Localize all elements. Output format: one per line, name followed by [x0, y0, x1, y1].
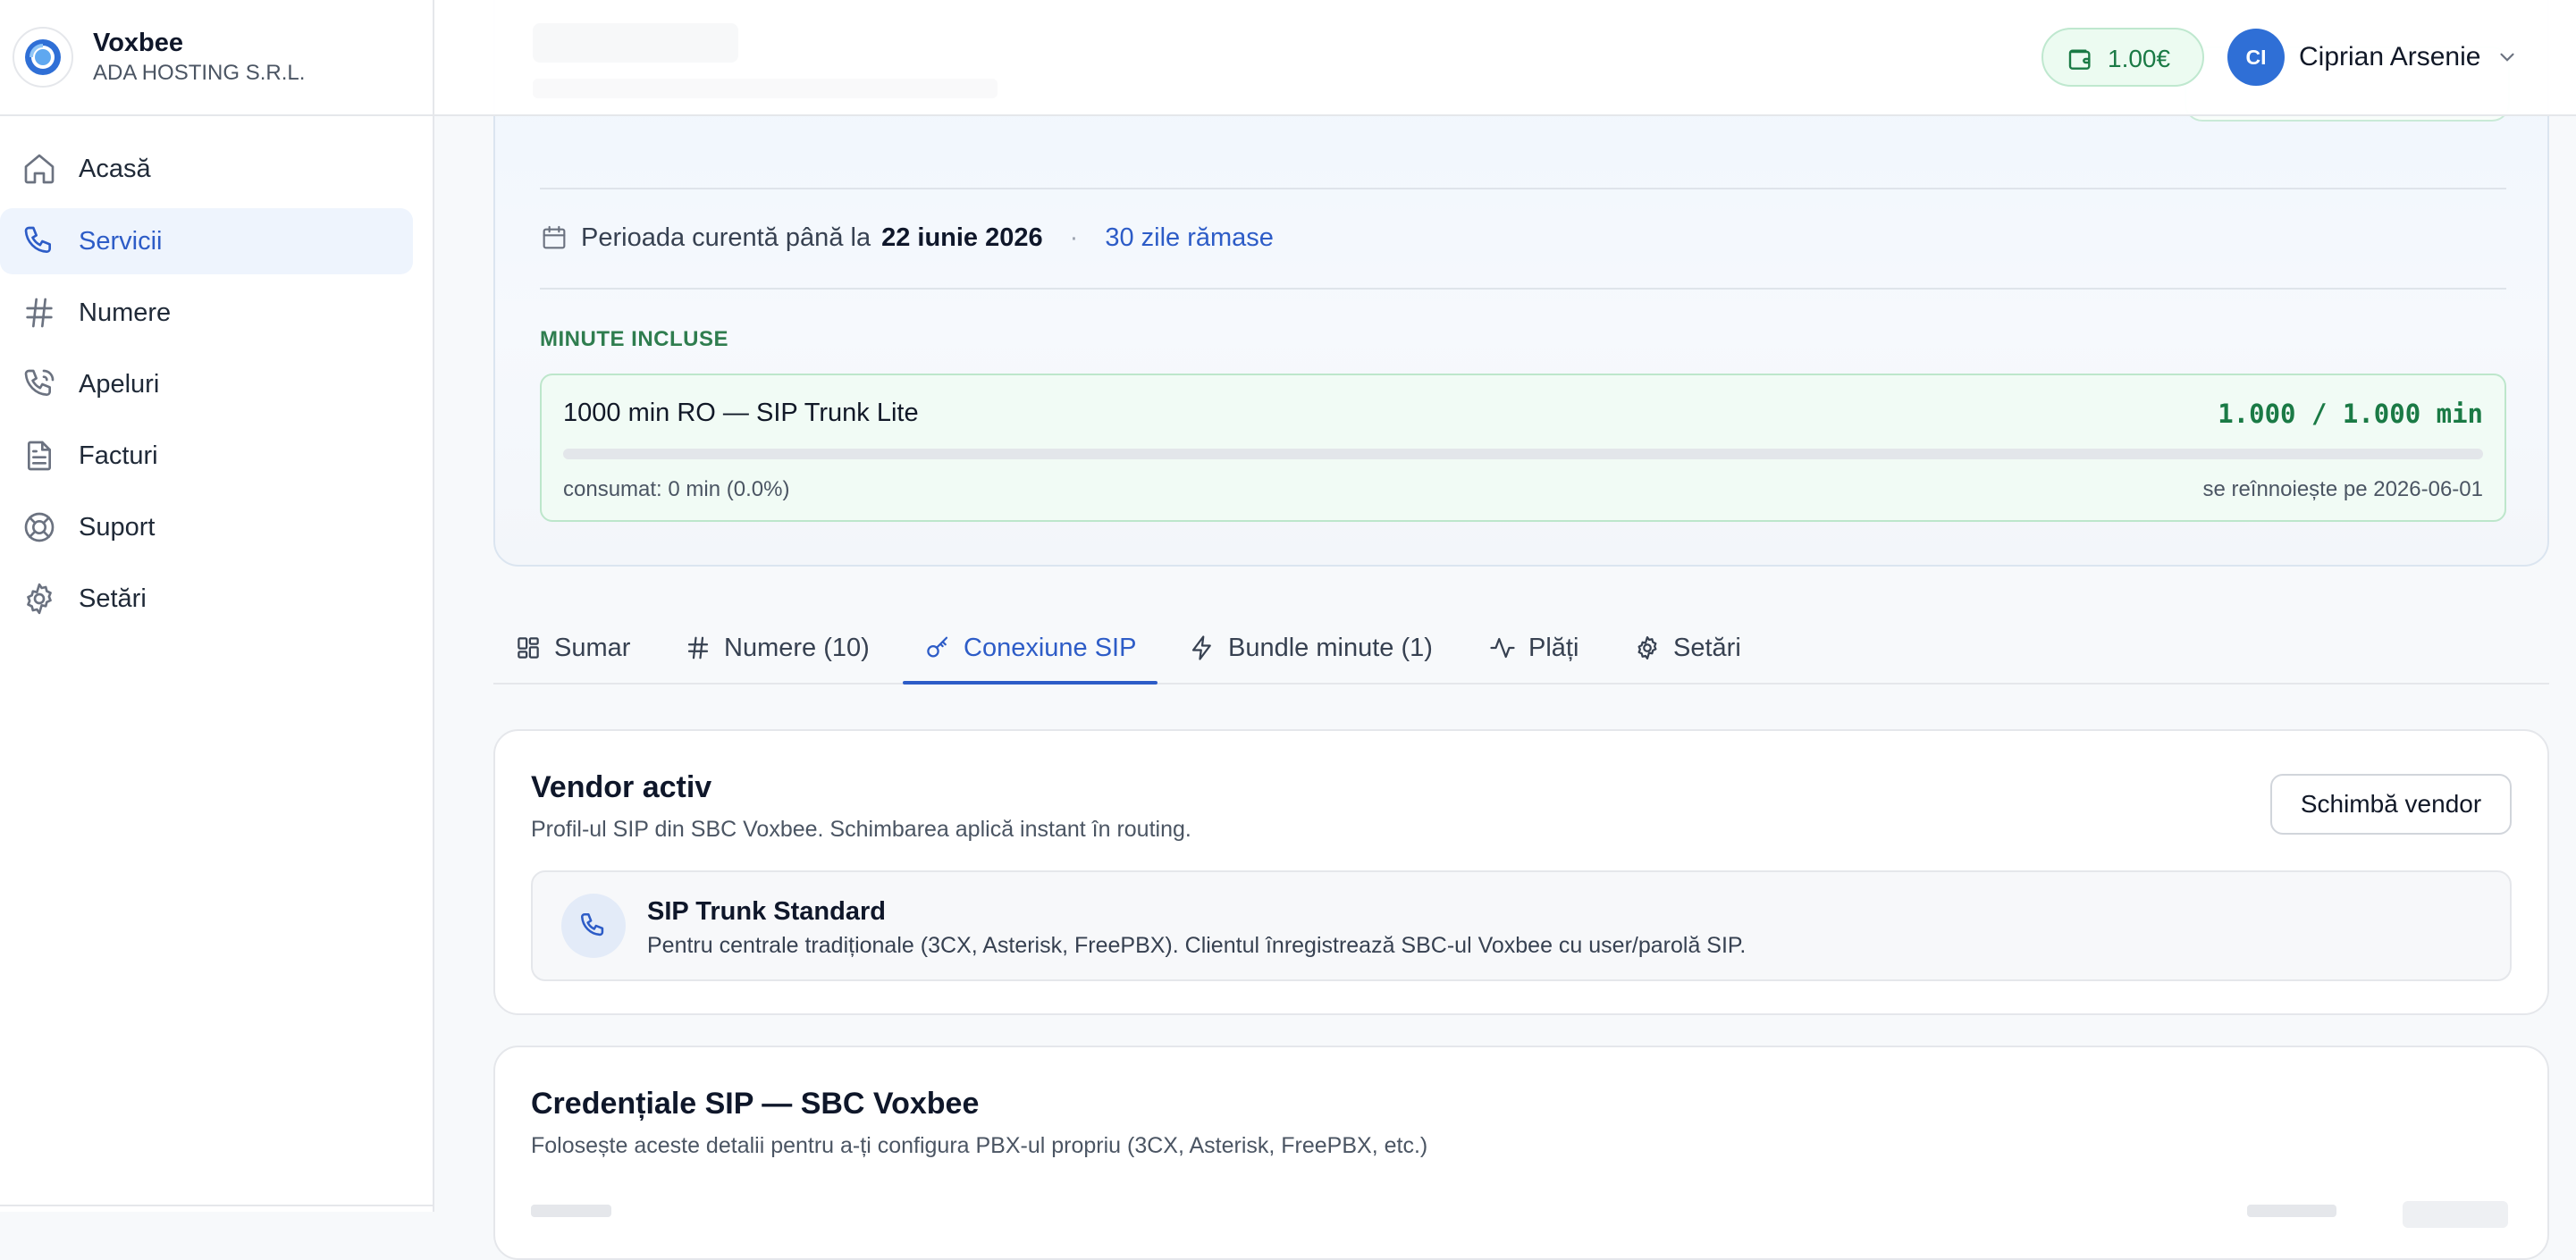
tab-label: Plăți [1528, 633, 1579, 662]
vendor-title: Vendor activ [531, 770, 712, 804]
calendar-icon [540, 223, 568, 252]
period-label: Perioada curentă până la [581, 223, 871, 252]
gear-icon [1634, 634, 1661, 661]
avatar: CI [2227, 29, 2285, 86]
lifebuoy-icon [21, 509, 57, 545]
phone-icon [21, 223, 57, 259]
tab-plati[interactable]: Plăți [1489, 613, 1578, 683]
divider [540, 288, 2506, 290]
gear-icon [21, 581, 57, 617]
phone-call-icon [21, 366, 57, 402]
included-minutes-title: MINUTE INCLUSE [540, 327, 728, 351]
bundle-name: 1000 min RO — SIP Trunk Lite [563, 399, 919, 427]
service-tabs: Sumar Numere (10) Conexiune SIP Bundle m… [493, 613, 2549, 685]
tab-label: Bundle minute (1) [1228, 633, 1433, 662]
period-end-date: 22 iunie 2026 [881, 223, 1043, 252]
current-period: Perioada curentă până la 22 iunie 2026 ·… [540, 218, 1274, 257]
top-header: 1.00€ CI Ciprian Arsenie [434, 0, 2576, 116]
user-name: Ciprian Arsenie [2299, 42, 2481, 71]
wallet-icon [2067, 45, 2095, 73]
hash-icon [685, 634, 711, 661]
vendor-profile: SIP Trunk Standard Pentru centrale tradi… [531, 870, 2512, 981]
tab-label: Numere (10) [724, 633, 870, 662]
sidebar-item-numere[interactable]: Numere [0, 280, 413, 346]
vendor-profile-description: Pentru centrale tradiționale (3CX, Aster… [647, 933, 1747, 958]
balance-badge[interactable]: 1.00€ [2041, 28, 2204, 87]
days-remaining: 30 zile rămase [1105, 223, 1274, 252]
divider [540, 188, 2506, 189]
home-icon [21, 151, 57, 187]
page-subtitle [533, 79, 998, 98]
page-title [533, 23, 738, 63]
brand-header: Voxbee ADA HOSTING S.R.L. [0, 0, 434, 116]
balance-value: 1.00€ [2108, 45, 2171, 72]
sidebar-item-label: Facturi [79, 441, 158, 470]
change-vendor-button[interactable]: Schimbă vendor [2270, 774, 2512, 835]
sidebar: Voxbee ADA HOSTING S.R.L. Acasă Servicii… [0, 0, 434, 1212]
period-separator: · [1069, 223, 1079, 252]
activity-icon [1489, 634, 1516, 661]
sidebar-item-suport[interactable]: Suport [0, 494, 413, 560]
renewal-text: se reînnoiește pe 2026-06-01 [2202, 477, 2483, 501]
vendor-profile-name: SIP Trunk Standard [647, 897, 886, 926]
active-vendor-card: Vendor activ Profil-ul SIP din SBC Voxbe… [493, 729, 2549, 1015]
sidebar-item-servicii[interactable]: Servicii [0, 208, 413, 274]
chevron-down-icon [2496, 46, 2519, 69]
credentials-subtitle: Folosește aceste detalii pentru a-ți con… [531, 1133, 1428, 1158]
credential-row-label [531, 1205, 611, 1217]
sidebar-footer-divider [0, 1205, 434, 1206]
tab-label: Setări [1673, 633, 1741, 662]
sidebar-item-label: Numere [79, 298, 172, 327]
vendor-subtitle: Profil-ul SIP din SBC Voxbee. Schimbarea… [531, 817, 1191, 842]
credentials-title: Credențiale SIP — SBC Voxbee [531, 1087, 980, 1121]
sip-credentials-card: Credențiale SIP — SBC Voxbee Folosește a… [493, 1046, 2549, 1260]
tab-setari[interactable]: Setări [1634, 613, 1741, 683]
phone-icon [561, 894, 626, 958]
usage-progress-bar [563, 449, 2483, 459]
copy-button[interactable] [2403, 1201, 2508, 1228]
credential-row-value [2247, 1205, 2336, 1217]
tab-bundle-minute[interactable]: Bundle minute (1) [1189, 613, 1433, 683]
tab-sumar[interactable]: Sumar [515, 613, 630, 683]
grid-icon [515, 634, 542, 661]
minutes-bundle: 1000 min RO — SIP Trunk Lite 1.000 / 1.0… [540, 374, 2506, 522]
sidebar-item-setari[interactable]: Setări [0, 566, 413, 632]
brand-org: ADA HOSTING S.R.L. [93, 61, 306, 85]
sidebar-item-facturi[interactable]: Facturi [0, 423, 413, 489]
sidebar-item-apeluri[interactable]: Apeluri [0, 351, 413, 417]
tab-label: Conexiune SIP [964, 633, 1137, 662]
sidebar-item-acasa[interactable]: Acasă [0, 136, 413, 202]
tab-numere[interactable]: Numere (10) [685, 613, 870, 683]
brand-name: Voxbee [93, 29, 184, 57]
zap-icon [1189, 634, 1216, 661]
key-icon [924, 634, 951, 661]
sidebar-item-label: Suport [79, 512, 156, 542]
sidebar-item-label: Setări [79, 584, 147, 613]
sidebar-item-label: Servicii [79, 226, 163, 256]
sidebar-item-label: Apeluri [79, 369, 160, 399]
tab-label: Sumar [554, 633, 631, 662]
file-icon [21, 438, 57, 474]
bundle-quota: 1.000 / 1.000 min [2218, 399, 2483, 429]
hash-icon [21, 295, 57, 331]
sidebar-item-label: Acasă [79, 154, 151, 183]
tab-conexiune-sip[interactable]: Conexiune SIP [903, 613, 1158, 685]
voxbee-logo-icon[interactable] [13, 27, 73, 88]
consumed-text: consumat: 0 min (0.0%) [563, 477, 790, 501]
